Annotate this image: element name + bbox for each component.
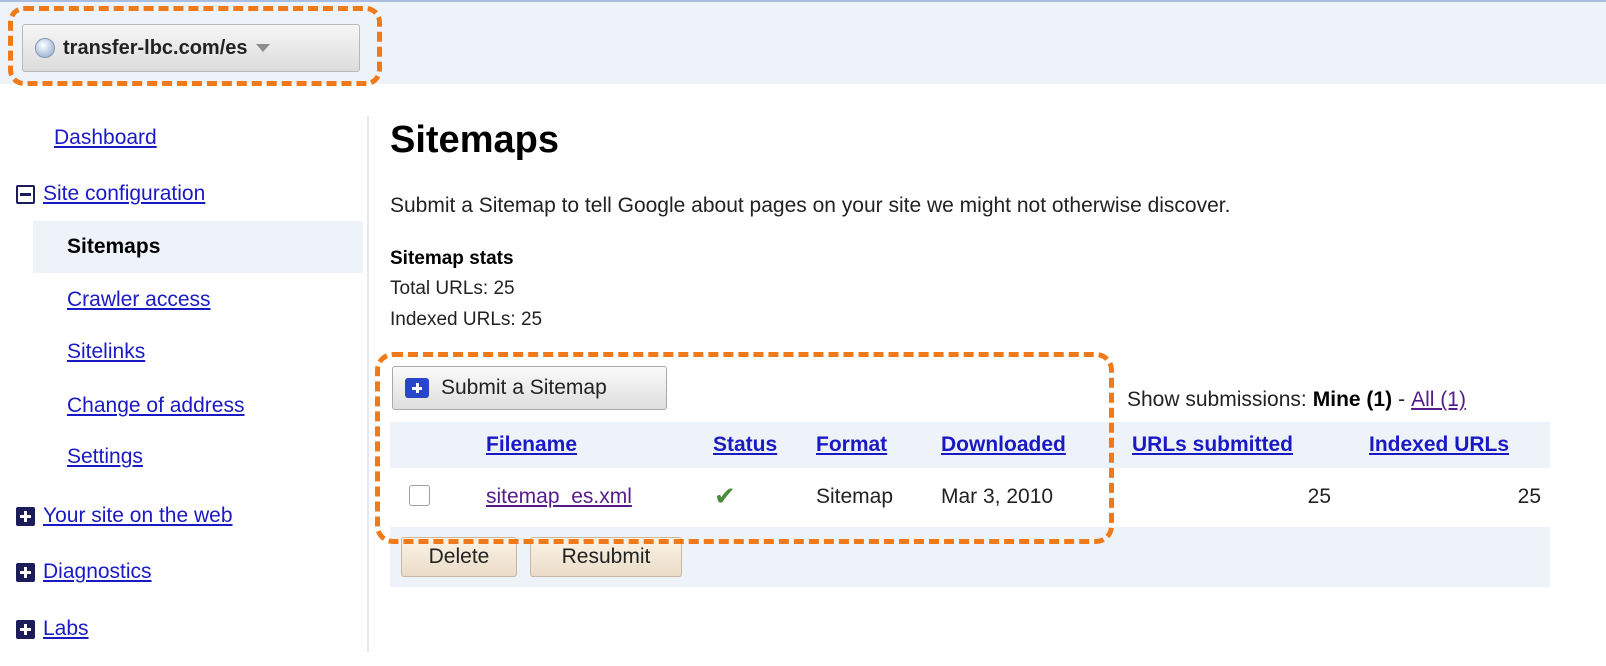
sitemap-indexed-urls: 25 <box>1517 485 1541 508</box>
expand-icon[interactable] <box>16 506 35 526</box>
sitemap-urls-submitted: 25 <box>1307 485 1331 508</box>
sidebar-item-diagnostics[interactable]: Diagnostics <box>16 560 152 584</box>
sidebar-item-label[interactable]: Change of address <box>67 394 244 418</box>
sidebar-item-change-of-address[interactable]: Change of address <box>67 394 244 418</box>
site-name: transfer-lbc.com/es <box>63 36 248 59</box>
sidebar-item-settings[interactable]: Settings <box>67 445 143 469</box>
sidebar-item-your-site-on-the-web[interactable]: Your site on the web <box>16 504 233 528</box>
sidebar-item-label[interactable]: Crawler access <box>67 288 211 312</box>
sidebar-item-site-configuration[interactable]: Site configuration <box>16 182 205 206</box>
sitemap-stats-heading: Sitemap stats <box>390 248 514 269</box>
plus-icon <box>405 378 429 398</box>
globe-icon <box>35 38 55 58</box>
site-selector-dropdown[interactable]: transfer-lbc.com/es <box>22 24 360 72</box>
sidebar-item-sitelinks[interactable]: Sitelinks <box>67 340 145 364</box>
filter-separator: - <box>1398 388 1406 411</box>
show-submissions-label: Show submissions: <box>1127 388 1307 411</box>
expand-icon[interactable] <box>16 619 35 639</box>
sidebar-item-label[interactable]: Dashboard <box>54 126 157 150</box>
submit-sitemap-button[interactable]: Submit a Sitemap <box>392 366 667 410</box>
sidebar-item-label[interactable]: Diagnostics <box>43 560 152 584</box>
submit-sitemap-label: Submit a Sitemap <box>441 376 607 399</box>
collapse-icon[interactable] <box>16 184 35 204</box>
total-urls-stat: Total URLs: 25 <box>390 278 515 299</box>
page-description: Submit a Sitemap to tell Google about pa… <box>390 194 1231 217</box>
sidebar-item-sitemaps[interactable]: Sitemaps <box>33 221 363 273</box>
filter-all-link[interactable]: All (1) <box>1411 388 1466 412</box>
indexed-urls-stat: Indexed URLs: 25 <box>390 309 543 330</box>
checkmark-icon: ✔ <box>714 481 736 511</box>
sidebar-item-label: Sitemaps <box>67 235 161 258</box>
filter-mine: Mine (1) <box>1312 388 1393 411</box>
column-header-indexed-urls[interactable]: Indexed URLs <box>1369 433 1509 457</box>
sidebar-item-dashboard[interactable]: Dashboard <box>54 126 157 150</box>
show-submissions-filter: Show submissions: Mine (1) - All (1) <box>1127 388 1466 412</box>
sidebar-item-label[interactable]: Settings <box>67 445 143 469</box>
sidebar-item-crawler-access[interactable]: Crawler access <box>67 288 211 312</box>
delete-button[interactable]: Delete <box>401 537 517 577</box>
sidebar-item-label[interactable]: Site configuration <box>43 182 205 206</box>
sitemap-filename-link[interactable]: sitemap_es.xml <box>486 485 632 509</box>
sitemap-format: Sitemap <box>816 485 894 508</box>
sidebar-divider <box>367 116 369 652</box>
column-header-format[interactable]: Format <box>816 433 887 457</box>
sitemap-downloaded-date: Mar 3, 2010 <box>941 485 1054 508</box>
sidebar-item-label[interactable]: Sitelinks <box>67 340 145 364</box>
sidebar-item-labs[interactable]: Labs <box>16 617 89 641</box>
page-title: Sitemaps <box>390 119 559 161</box>
column-header-downloaded[interactable]: Downloaded <box>941 433 1066 457</box>
row-checkbox[interactable] <box>409 485 430 506</box>
resubmit-button[interactable]: Resubmit <box>530 537 682 577</box>
column-header-status[interactable]: Status <box>713 433 777 457</box>
expand-icon[interactable] <box>16 562 35 582</box>
top-bar: transfer-lbc.com/es <box>0 0 1606 84</box>
column-header-urls-submitted[interactable]: URLs submitted <box>1132 433 1293 457</box>
chevron-down-icon <box>255 44 270 52</box>
sidebar-item-label[interactable]: Labs <box>43 617 89 641</box>
column-header-filename[interactable]: Filename <box>486 433 577 457</box>
sidebar-item-label[interactable]: Your site on the web <box>43 504 233 528</box>
